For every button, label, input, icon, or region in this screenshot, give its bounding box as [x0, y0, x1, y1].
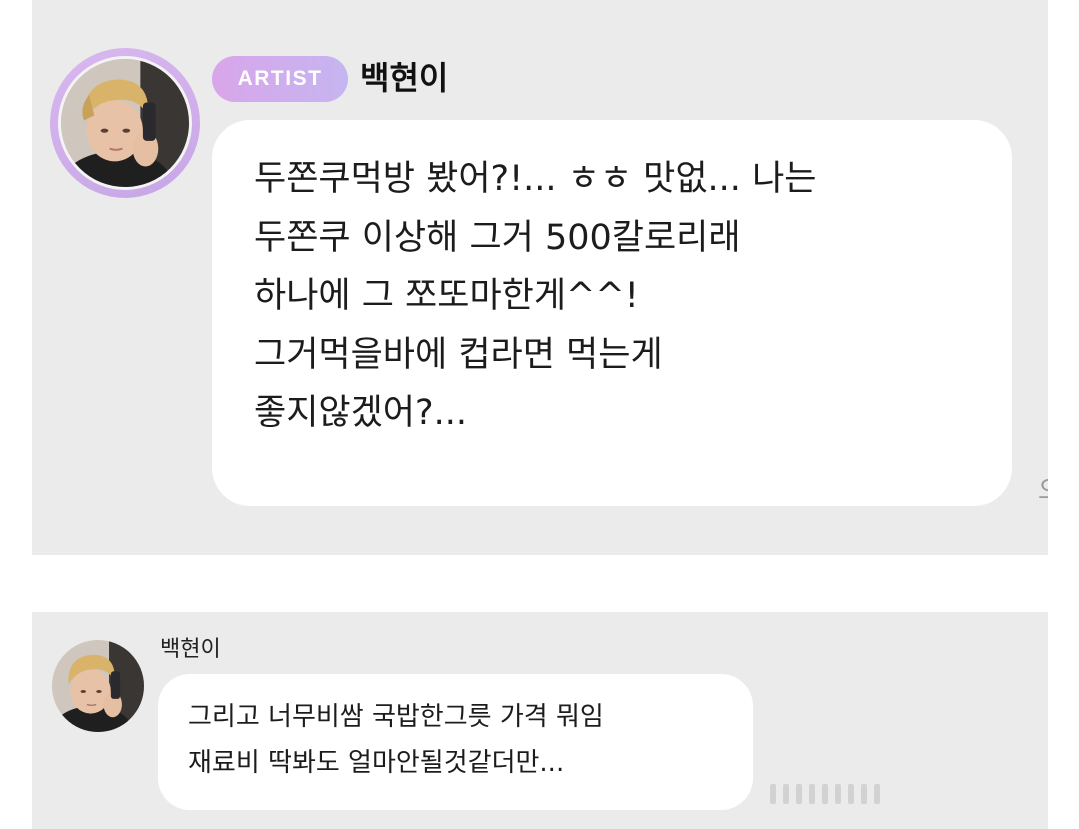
artist-avatar[interactable] — [58, 56, 192, 190]
profile-photo-icon — [61, 59, 189, 187]
profile-photo-icon — [52, 640, 144, 732]
message-line: 그거먹을바에 컵라면 먹는게 — [254, 334, 663, 375]
message-line: 그리고 너무비쌈 국밥한그릇 가격 뭐임 — [188, 702, 604, 732]
message-line: 하나에 그 쪼또마한게^^! — [254, 276, 639, 316]
sender-name[interactable]: 백현이 — [160, 634, 221, 666]
message-line: 두쫀쿠먹방 봤어?!... ㅎㅎ 맛없... 나는 — [254, 159, 817, 199]
blurred-timestamp — [770, 784, 880, 804]
message-line: 재료비 딱봐도 얼마안될것같더만... — [188, 748, 565, 778]
sender-name[interactable]: 백현이 — [360, 52, 448, 104]
artist-badge: ARTIST — [212, 56, 348, 102]
clipped-text-fragment: 오 — [1038, 470, 1048, 507]
message-bubble[interactable]: 그리고 너무비쌈 국밥한그릇 가격 뭐임 재료비 딱봐도 얼마안될것같더만... — [158, 674, 753, 810]
sender-avatar[interactable] — [52, 640, 144, 732]
message-bubble[interactable]: 두쫀쿠먹방 봤어?!... ㅎㅎ 맛없... 나는 두쫀쿠 이상해 그거 500… — [212, 120, 1012, 506]
message-line: 두쫀쿠 이상해 그거 500칼로리래 — [254, 217, 741, 258]
message-line: 좋지않겠어?... — [254, 393, 467, 433]
